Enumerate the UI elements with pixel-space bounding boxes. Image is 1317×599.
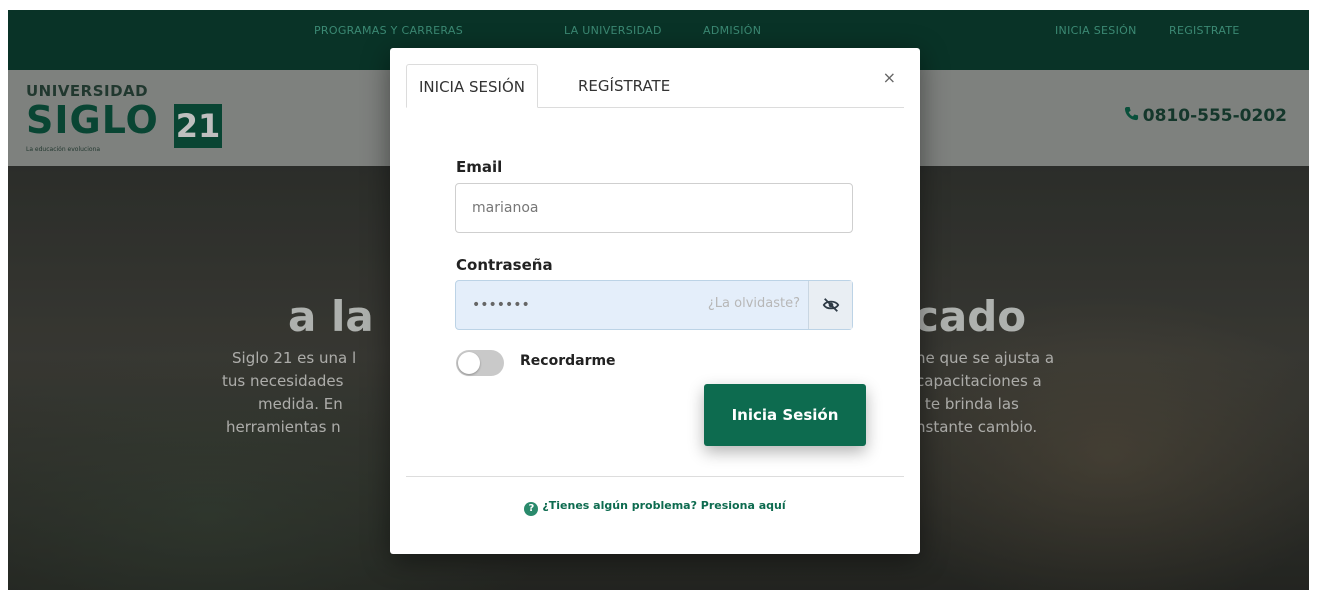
help-link[interactable]: ? ¿Tienes algún problema? Presiona aquí xyxy=(390,499,920,516)
email-label: Email xyxy=(456,158,503,176)
question-circle-icon: ? xyxy=(524,502,539,516)
forgot-password-link[interactable]: ¿La olvidaste? xyxy=(708,296,800,311)
modal-tabs: INICIA SESIÓN REGÍSTRATE xyxy=(406,64,904,108)
password-field[interactable] xyxy=(456,281,686,329)
login-modal: INICIA SESIÓN REGÍSTRATE × Email Contras… xyxy=(390,48,920,554)
password-label: Contraseña xyxy=(456,256,553,274)
remember-toggle[interactable] xyxy=(456,350,504,376)
help-link-text: ¿Tienes algún problema? Presiona aquí xyxy=(542,499,786,512)
page-frame: PROGRAMAS Y CARRERAS LA UNIVERSIDAD ADMI… xyxy=(8,10,1309,590)
remember-label: Recordarme xyxy=(520,353,616,369)
modal-divider xyxy=(406,476,904,477)
toggle-knob xyxy=(458,352,480,374)
eye-slash-icon[interactable] xyxy=(808,281,852,329)
close-icon[interactable]: × xyxy=(883,68,896,87)
login-submit-button[interactable]: Inicia Sesión xyxy=(704,384,866,446)
tab-register[interactable]: REGÍSTRATE xyxy=(566,64,682,108)
password-field-wrapper: ¿La olvidaste? xyxy=(455,280,853,330)
tab-login[interactable]: INICIA SESIÓN xyxy=(406,64,538,108)
email-field[interactable] xyxy=(455,183,853,233)
